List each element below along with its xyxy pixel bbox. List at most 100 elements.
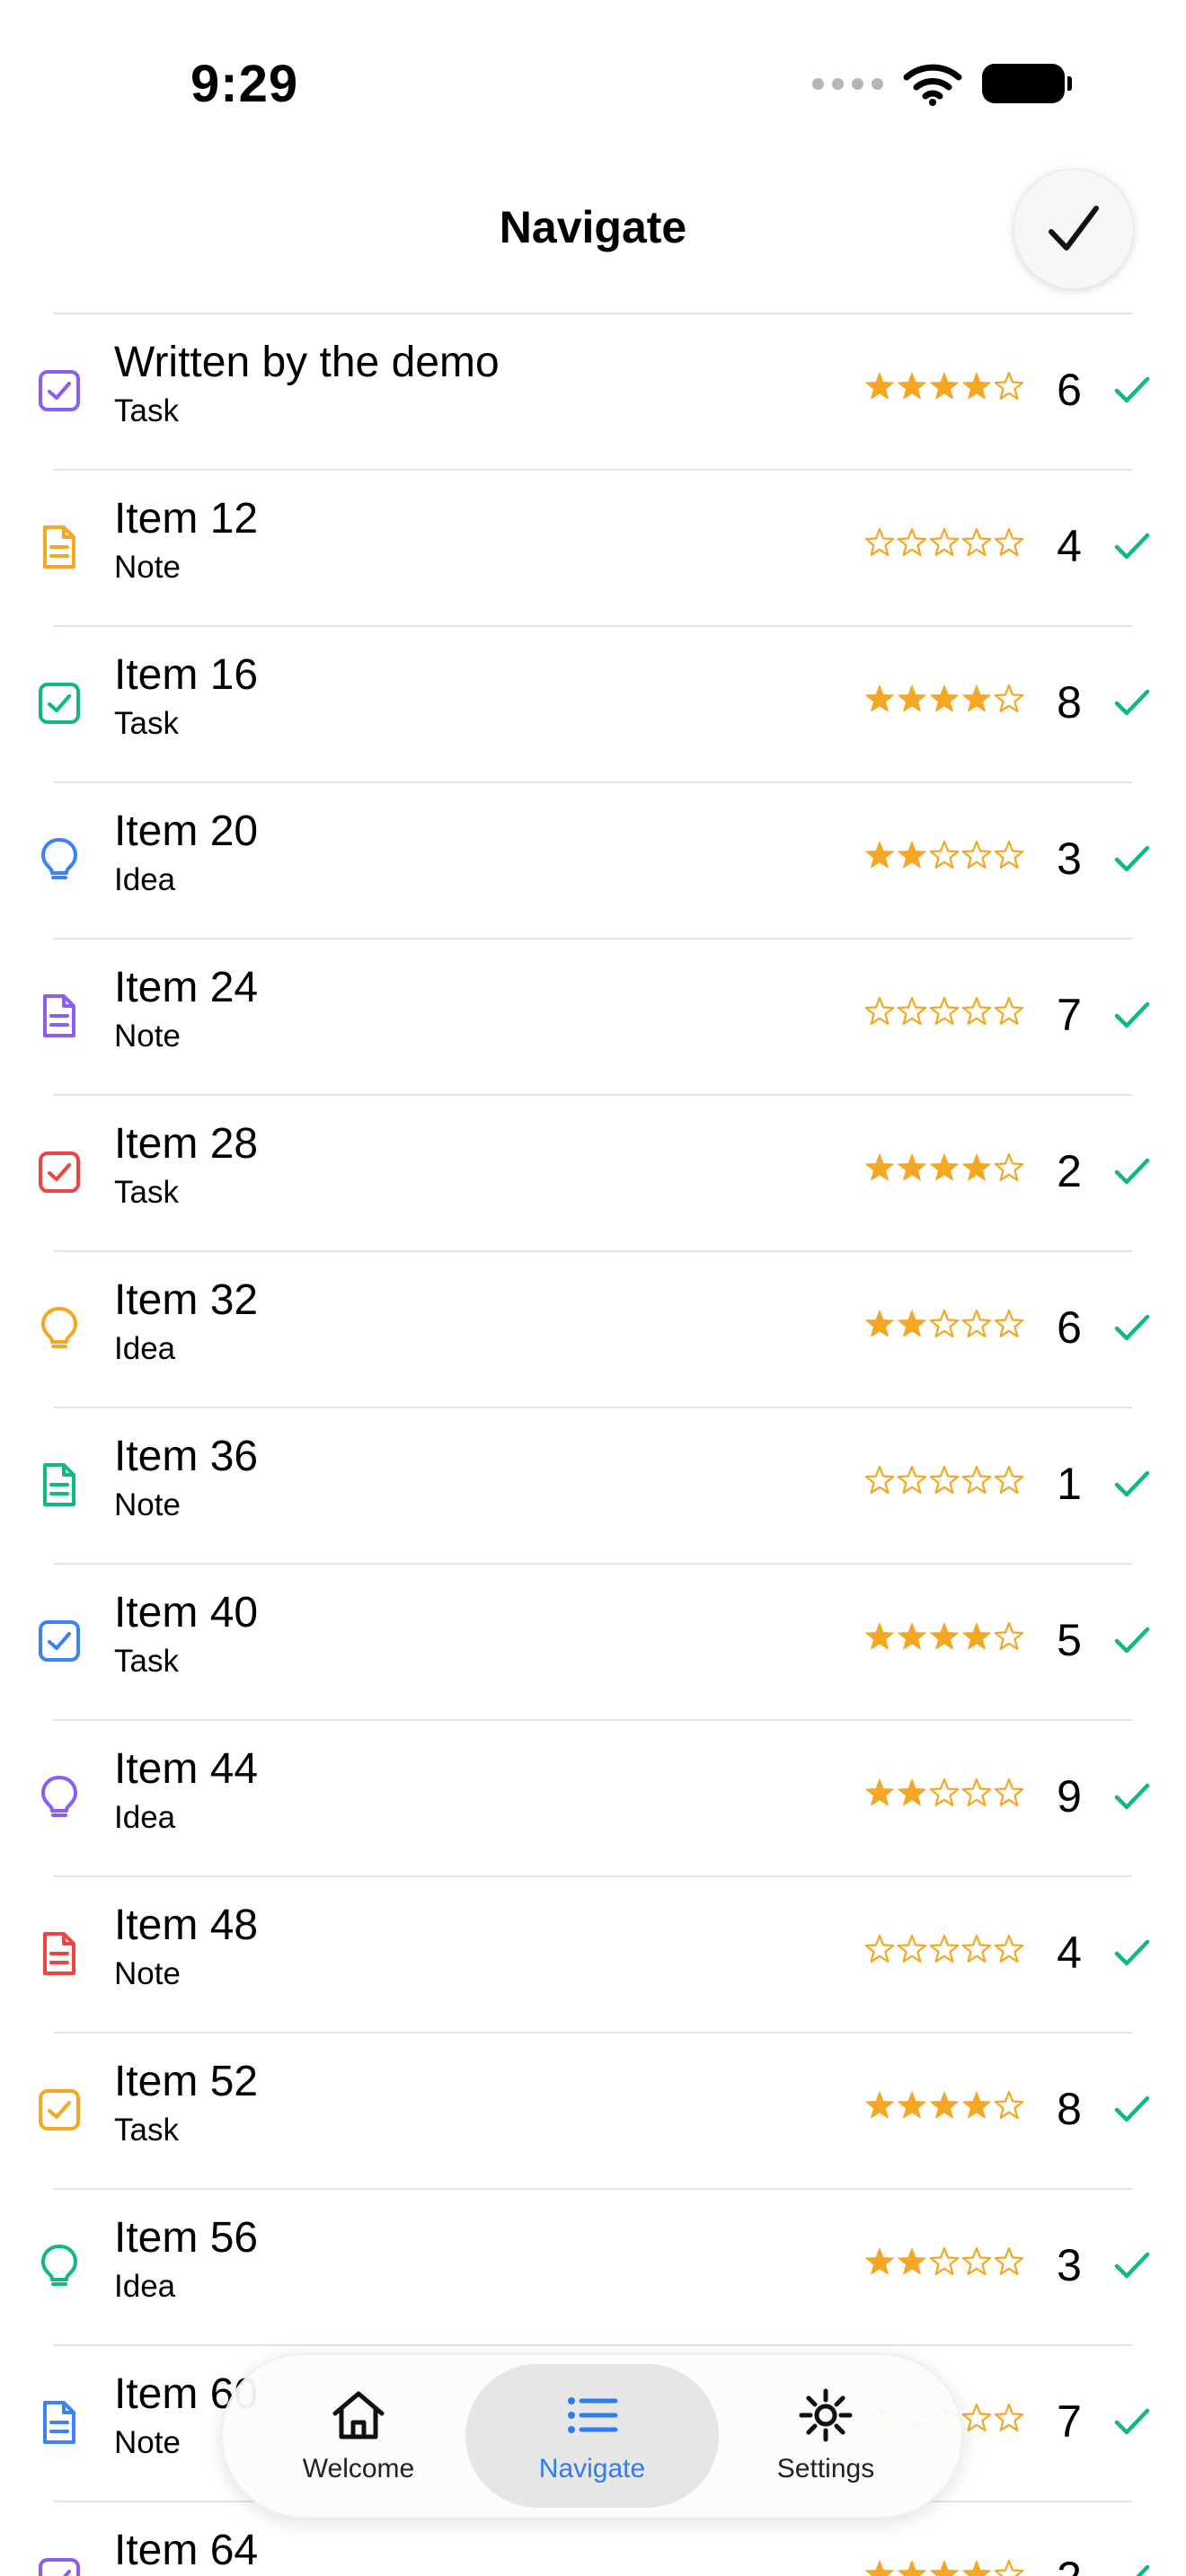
item-count: 6 <box>1057 365 1082 415</box>
list-item[interactable]: Item 32 Idea 6 <box>0 1250 1186 1407</box>
list-item[interactable]: Item 36 Note 1 <box>0 1407 1186 1563</box>
star-filled-icon <box>865 684 894 712</box>
tab-navigate[interactable]: Navigate <box>465 2364 719 2508</box>
tab-settings[interactable]: Settings <box>699 2364 952 2508</box>
star-filled-icon <box>962 372 991 400</box>
star-empty-icon <box>929 527 960 557</box>
star-empty-icon <box>929 1309 960 1338</box>
star-filled-icon <box>865 2091 894 2119</box>
star-empty-icon <box>994 1621 1024 1651</box>
star-filled-icon <box>962 684 991 712</box>
star-empty-icon <box>929 996 960 1026</box>
item-type: Task <box>114 1644 179 1679</box>
item-count: 8 <box>1057 2084 1082 2134</box>
star-empty-icon <box>994 2246 1024 2276</box>
list-item[interactable]: Item 52 Task 8 <box>0 2032 1186 2188</box>
house-icon <box>332 2391 385 2439</box>
page-title: Navigate <box>499 202 687 252</box>
star-filled-icon <box>898 684 926 712</box>
list-icon <box>568 2397 618 2433</box>
list-item[interactable]: Item 24 Note 7 <box>0 938 1186 1094</box>
star-rating <box>863 370 1025 402</box>
item-type: Task <box>114 1175 179 1210</box>
item-type: Task <box>114 2113 179 2148</box>
item-type: Idea <box>114 862 176 897</box>
lightbulb-icon <box>41 2245 77 2286</box>
star-empty-icon <box>961 1309 992 1338</box>
item-count: 8 <box>1057 677 1082 728</box>
list-item[interactable]: Item 56 Idea 3 <box>0 2188 1186 2344</box>
star-empty-icon <box>961 2403 992 2432</box>
checkmark-icon <box>1114 533 1150 560</box>
star-empty-icon <box>897 1465 927 1495</box>
tab-label: Welcome <box>302 2454 415 2483</box>
star-filled-icon <box>865 1310 894 1337</box>
checkmark-icon <box>1114 689 1150 716</box>
item-type: Task <box>114 393 179 428</box>
star-rating <box>863 2558 1025 2576</box>
list-item[interactable]: Item 16 Task 8 <box>0 625 1186 781</box>
list-item[interactable]: Item 44 Idea 9 <box>0 1719 1186 1875</box>
star-empty-icon <box>961 1934 992 1963</box>
done-button[interactable] <box>1013 169 1134 289</box>
item-count: 3 <box>1057 834 1082 884</box>
star-filled-icon <box>898 2560 926 2576</box>
item-count: 3 <box>1057 2240 1082 2290</box>
item-count: 9 <box>1057 1771 1082 1822</box>
checkmark-icon <box>1114 2408 1150 2435</box>
star-filled-icon <box>898 2247 926 2275</box>
star-filled-icon <box>930 372 959 400</box>
star-rating <box>863 2089 1025 2122</box>
star-filled-icon <box>962 1622 991 1650</box>
star-empty-icon <box>961 1778 992 1807</box>
lightbulb-icon <box>41 1776 77 1817</box>
star-empty-icon <box>994 840 1024 869</box>
lightbulb-icon <box>41 1307 77 1348</box>
star-filled-icon <box>898 1153 926 1181</box>
item-title: Item 20 <box>114 807 259 855</box>
tab-welcome[interactable]: Welcome <box>232 2364 485 2508</box>
list-item[interactable]: Written by the demo Task 6 <box>0 313 1186 469</box>
star-empty-icon <box>994 1152 1024 1182</box>
star-filled-icon <box>962 2560 991 2576</box>
list-item[interactable]: Item 28 Task 2 <box>0 1094 1186 1250</box>
star-empty-icon <box>994 371 1024 401</box>
list-item[interactable]: Item 12 Note 4 <box>0 469 1186 625</box>
item-list: Written by the demo Task 6 Item 12 Note 4 Item… <box>0 313 1186 2576</box>
checkmark-icon <box>1114 1470 1150 1497</box>
star-filled-icon <box>865 841 894 869</box>
navigation-bar: Navigate <box>0 162 1186 314</box>
list-item[interactable]: Item 48 Note 4 <box>0 1875 1186 2032</box>
star-empty-icon <box>929 1465 960 1495</box>
checkbox-icon <box>39 1151 80 1193</box>
star-filled-icon <box>930 1153 959 1181</box>
list-item[interactable]: Item 20 Idea 3 <box>0 781 1186 938</box>
item-type: Idea <box>114 1800 176 1835</box>
star-empty-icon <box>864 1934 895 1963</box>
checkbox-icon <box>39 2089 80 2130</box>
star-filled-icon <box>898 372 926 400</box>
star-filled-icon <box>962 1153 991 1181</box>
star-rating <box>863 1620 1025 1653</box>
star-empty-icon <box>961 1465 992 1495</box>
tab-label: Settings <box>776 2454 875 2483</box>
list-item[interactable]: Item 40 Task 5 <box>0 1563 1186 1719</box>
item-type: Idea <box>114 2269 176 2304</box>
item-type: Idea <box>114 1331 176 1366</box>
sun-icon <box>799 2388 853 2442</box>
star-empty-icon <box>994 2090 1024 2120</box>
star-filled-icon <box>865 1778 894 1806</box>
checkbox-icon <box>39 683 80 724</box>
checkmark-icon <box>1114 1158 1150 1185</box>
battery-icon <box>982 64 1072 103</box>
item-count: 7 <box>1057 990 1082 1040</box>
star-empty-icon <box>994 1778 1024 1807</box>
checkmark-icon <box>1049 206 1099 251</box>
star-rating <box>863 526 1025 559</box>
star-filled-icon <box>865 1622 894 1650</box>
item-type: Note <box>114 1019 181 1054</box>
star-empty-icon <box>961 2246 992 2276</box>
star-empty-icon <box>897 1934 927 1963</box>
star-empty-icon <box>864 527 895 557</box>
item-count: 2 <box>1057 1146 1082 1196</box>
